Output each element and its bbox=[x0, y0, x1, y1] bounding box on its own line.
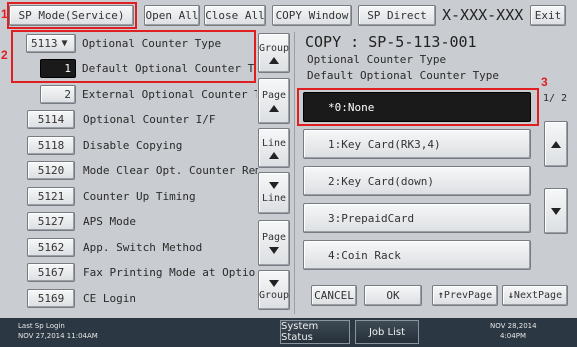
tree-item-5169-label: CE Login bbox=[83, 292, 136, 305]
sp-direct-button[interactable]: SP Direct bbox=[358, 5, 436, 26]
page-down-button[interactable]: Page bbox=[258, 220, 290, 266]
group-down-button[interactable]: Group bbox=[258, 270, 290, 310]
page-up-label: Page bbox=[261, 90, 287, 101]
tree-group-5113-button[interactable]: 5113 ▼ bbox=[26, 34, 76, 53]
arrow-up-icon bbox=[269, 151, 279, 159]
next-page-label: NextPage bbox=[513, 290, 563, 301]
exit-button[interactable]: Exit bbox=[530, 5, 566, 26]
sp-mode-service-button[interactable]: SP Mode(Service) bbox=[9, 5, 134, 26]
line-up-label: Line bbox=[261, 137, 287, 149]
sp-mode-screen: SP Mode(Service) Open All Close All COPY… bbox=[0, 0, 577, 347]
tree-item-1-button[interactable]: 1 bbox=[40, 59, 76, 78]
tree-item-5120-label: Mode Clear Opt. Counter Remova bbox=[83, 164, 258, 177]
group-down-label: Group bbox=[258, 289, 290, 301]
collapse-triangle-icon: ▼ bbox=[61, 38, 68, 49]
arrow-down-icon bbox=[551, 207, 561, 215]
next-page-button[interactable]: ↓ NextPage bbox=[502, 285, 568, 306]
page-down-label: Page bbox=[261, 232, 287, 243]
annotation-label-1: 1 bbox=[1, 7, 8, 21]
arrow-down-icon bbox=[269, 182, 279, 189]
arrow-down-icon bbox=[269, 247, 279, 254]
line-down-button[interactable]: Line bbox=[258, 172, 290, 214]
arrow-up-icon bbox=[269, 105, 279, 112]
last-login-time: NOV 27,2014 11:04AM bbox=[18, 332, 98, 340]
current-time: 4:04PM bbox=[500, 332, 526, 340]
tree-item-5114-button[interactable]: 5114 bbox=[27, 110, 75, 129]
prev-page-label: PrevPage bbox=[443, 290, 493, 301]
tree-item-2-button[interactable]: 2 bbox=[40, 85, 76, 104]
cancel-button[interactable]: CANCEL bbox=[311, 285, 357, 306]
page-indicator: 1/ 2 bbox=[543, 93, 568, 104]
list-down-button[interactable] bbox=[544, 188, 568, 234]
annotation-label-2: 2 bbox=[1, 48, 8, 62]
line-up-button[interactable]: Line bbox=[258, 128, 290, 168]
sp-number-display: X-XXX-XXX bbox=[442, 6, 524, 24]
tree-item-5118-button[interactable]: 5118 bbox=[27, 136, 75, 155]
tree-item-5114-label: Optional Counter I/F bbox=[83, 113, 216, 126]
current-date: NOV 28,2014 bbox=[490, 322, 537, 330]
option-3-button[interactable]: 3:PrepaidCard bbox=[303, 203, 531, 233]
close-all-button[interactable]: Close All bbox=[204, 5, 266, 26]
option-4-button[interactable]: 4:Coin Rack bbox=[303, 240, 531, 270]
tree-item-5127-button[interactable]: 5127 bbox=[27, 212, 75, 231]
ok-button[interactable]: OK bbox=[364, 285, 422, 306]
copy-window-button[interactable]: COPY Window bbox=[272, 5, 352, 26]
page-up-button[interactable]: Page bbox=[258, 78, 290, 124]
annotation-label-3: 3 bbox=[541, 75, 548, 89]
open-all-button[interactable]: Open All bbox=[144, 5, 200, 26]
tree-item-5127-label: APS Mode bbox=[83, 215, 136, 228]
tree-item-5167-label: Fax Printing Mode at Optional bbox=[83, 266, 255, 279]
sp-subtitle-item: Default Optional Counter Type bbox=[307, 69, 500, 82]
arrow-down-icon bbox=[269, 279, 279, 287]
tree-group-code: 5113 bbox=[31, 37, 58, 50]
job-list-button[interactable]: Job List bbox=[355, 320, 419, 344]
prev-page-button[interactable]: ↑ PrevPage bbox=[432, 285, 498, 306]
tree-item-5120-button[interactable]: 5120 bbox=[27, 161, 75, 180]
tree-item-5162-button[interactable]: 5162 bbox=[27, 238, 75, 257]
tree-group-label: Optional Counter Type bbox=[82, 37, 222, 50]
arrow-up-icon bbox=[551, 140, 561, 148]
line-down-label: Line bbox=[261, 193, 287, 204]
sp-title: COPY : SP-5-113-001 bbox=[305, 33, 477, 51]
tree-item-5169-button[interactable]: 5169 bbox=[27, 289, 75, 308]
tree-item-5121-button[interactable]: 5121 bbox=[27, 187, 75, 206]
tree-item-5121-label: Counter Up Timing bbox=[83, 190, 196, 203]
group-up-label: Group bbox=[258, 42, 290, 54]
system-status-button[interactable]: System Status bbox=[280, 320, 350, 344]
sp-subtitle-category: Optional Counter Type bbox=[307, 53, 447, 66]
arrow-up-icon bbox=[269, 56, 279, 64]
tree-item-5162-label: App. Switch Method bbox=[83, 241, 203, 254]
list-up-button[interactable] bbox=[544, 121, 568, 167]
panel-divider bbox=[294, 32, 295, 314]
tree-item-2-label: External Optional Counter Type bbox=[82, 88, 257, 101]
tree-item-1-label: Default Optional Counter Type bbox=[82, 62, 254, 75]
option-2-button[interactable]: 2:Key Card(down) bbox=[303, 166, 531, 196]
option-0-button[interactable]: *0:None bbox=[303, 92, 531, 122]
tree-item-5167-button[interactable]: 5167 bbox=[27, 263, 75, 282]
tree-item-5118-label: Disable Copying bbox=[83, 139, 183, 152]
group-up-button[interactable]: Group bbox=[258, 33, 290, 73]
last-login-label: Last Sp Login bbox=[18, 322, 65, 330]
option-1-button[interactable]: 1:Key Card(RK3,4) bbox=[303, 129, 531, 159]
